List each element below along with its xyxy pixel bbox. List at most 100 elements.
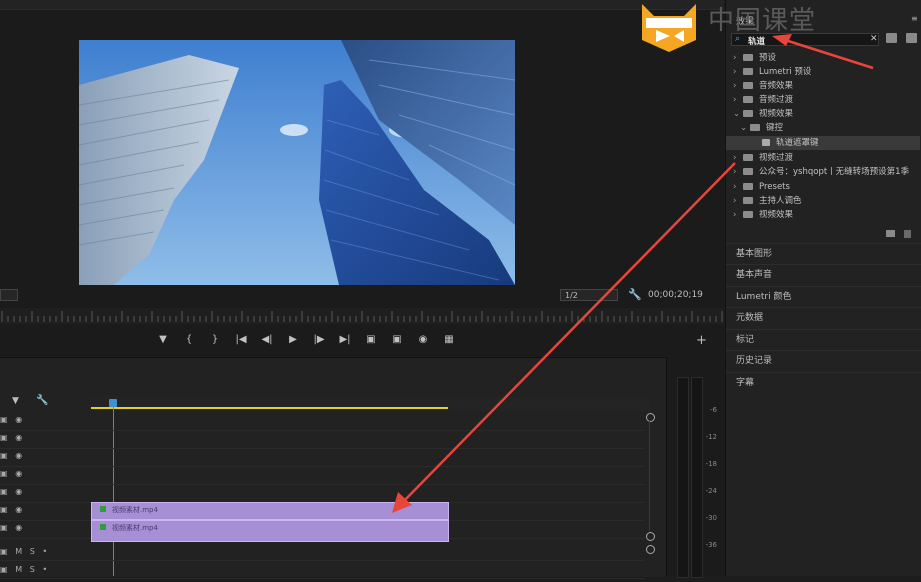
- tree-item[interactable]: › 公众号：yshqopt丨无缝转场预设第1季: [733, 165, 909, 179]
- panel-markers[interactable]: 标记: [726, 329, 921, 350]
- tree-item[interactable]: ⌄ 视频效果: [733, 107, 793, 121]
- mic-icon[interactable]: •: [42, 547, 47, 556]
- fx-badge: [100, 524, 106, 530]
- mute-button[interactable]: M: [15, 547, 22, 556]
- mute-button[interactable]: M: [15, 565, 22, 574]
- folder-icon: [743, 68, 753, 75]
- folder-icon: [743, 197, 753, 204]
- sync-lock-icon[interactable]: ▣: [0, 523, 8, 532]
- mark-out-icon[interactable]: }: [202, 331, 228, 347]
- play-icon[interactable]: ▶: [280, 331, 306, 347]
- tree-item[interactable]: › 音频效果: [733, 79, 793, 93]
- scroll-handle[interactable]: [646, 532, 655, 541]
- tree-item[interactable]: › 预设: [733, 51, 776, 65]
- tree-item[interactable]: › 音频过渡: [733, 93, 793, 107]
- tree-item[interactable]: › 主持人调色: [733, 194, 802, 208]
- logo-icon: [642, 4, 696, 52]
- add-marker-icon[interactable]: ▼: [150, 331, 176, 347]
- sync-lock-icon[interactable]: ▣: [0, 469, 8, 478]
- eye-icon[interactable]: ◉: [15, 415, 22, 424]
- panel-essential-sound[interactable]: 基本声音: [726, 264, 921, 285]
- trash-icon[interactable]: [904, 230, 911, 238]
- effect-icon: [762, 139, 770, 146]
- sync-lock-icon[interactable]: ▣: [0, 487, 8, 496]
- video-clip[interactable]: 视频素材.mp4: [91, 502, 449, 520]
- panel-history[interactable]: 历史记录: [726, 350, 921, 371]
- watermark-text: 中国课堂: [708, 6, 817, 36]
- fx-badge: [100, 506, 106, 512]
- compare-icon[interactable]: ▦: [436, 331, 462, 347]
- go-to-out-icon[interactable]: ▶|: [332, 331, 358, 347]
- solo-button[interactable]: S: [30, 565, 35, 574]
- resolution-value: 1/2: [565, 291, 578, 300]
- track-area: [0, 413, 650, 579]
- panel-metadata[interactable]: 元数据: [726, 307, 921, 328]
- playhead-handle[interactable]: [109, 399, 117, 407]
- scroll-handle[interactable]: [646, 545, 655, 554]
- chevron-right-icon: ›: [733, 182, 737, 192]
- step-back-icon[interactable]: ◀|: [254, 331, 280, 347]
- marker-icon[interactable]: ▼: [12, 396, 19, 406]
- eye-icon[interactable]: ◉: [15, 523, 22, 532]
- go-to-in-icon[interactable]: |◀: [228, 331, 254, 347]
- tree-item[interactable]: › Lumetri 预设: [733, 65, 811, 79]
- monitor-time-ruler[interactable]: [0, 308, 724, 324]
- meter-label: -36: [705, 541, 717, 549]
- tree-item[interactable]: › 视频过渡: [733, 151, 793, 165]
- sync-lock-icon[interactable]: ▣: [0, 547, 8, 556]
- sync-lock-icon[interactable]: ▣: [0, 505, 8, 514]
- add-button-icon[interactable]: +: [696, 333, 707, 348]
- sync-lock-icon[interactable]: ▣: [0, 433, 8, 442]
- vertical-scrollbar[interactable]: [649, 421, 650, 531]
- folder-icon: [743, 211, 753, 218]
- resolution-dropdown[interactable]: 1/2: [560, 289, 618, 301]
- eye-icon[interactable]: ◉: [15, 451, 22, 460]
- accelerated-effects-icon[interactable]: [886, 33, 897, 43]
- tree-item[interactable]: › 视频效果: [733, 208, 793, 222]
- video-clip[interactable]: 视频素材.mp4: [91, 520, 449, 542]
- sync-lock-icon[interactable]: ▣: [0, 415, 8, 424]
- tree-item[interactable]: ⌄ 键控: [740, 121, 783, 135]
- panel-essential-graphics[interactable]: 基本图形: [726, 243, 921, 264]
- camera-icon[interactable]: ◉: [410, 331, 436, 347]
- eye-icon[interactable]: ◉: [15, 433, 22, 442]
- extract-icon[interactable]: ▣: [384, 331, 410, 347]
- mic-icon[interactable]: •: [42, 565, 47, 574]
- panel-lumetri-color[interactable]: Lumetri 颜色: [726, 286, 921, 307]
- sync-lock-icon[interactable]: ▣: [0, 451, 8, 460]
- folder-icon: [743, 183, 753, 190]
- tree-item-selected[interactable]: 轨道遮罩键: [726, 136, 920, 150]
- zoom-dropdown[interactable]: [0, 289, 18, 301]
- solo-button[interactable]: S: [30, 547, 35, 556]
- mark-in-icon[interactable]: {: [176, 331, 202, 347]
- new-bin-icon[interactable]: [886, 230, 895, 237]
- timeline-ruler[interactable]: [90, 397, 650, 411]
- eye-icon[interactable]: ◉: [15, 505, 22, 514]
- scroll-handle[interactable]: [646, 413, 655, 422]
- lift-icon[interactable]: ▣: [358, 331, 384, 347]
- monitor-header: [0, 0, 724, 10]
- wrench-icon[interactable]: 🔧: [36, 395, 48, 406]
- eye-icon[interactable]: ◉: [15, 487, 22, 496]
- chevron-right-icon: ›: [733, 210, 737, 220]
- video-preview: [79, 40, 515, 285]
- eye-icon[interactable]: ◉: [15, 469, 22, 478]
- meter-bar: [677, 377, 689, 578]
- clear-search-icon[interactable]: ✕: [870, 34, 878, 44]
- meter-bar: [691, 377, 703, 578]
- tree-item[interactable]: › Presets: [733, 180, 790, 194]
- folder-icon: [743, 168, 753, 175]
- track-row: [0, 543, 645, 561]
- wrench-icon[interactable]: 🔧: [628, 288, 642, 301]
- clip-name: 视频素材.mp4: [112, 524, 158, 532]
- meter-label: -30: [705, 514, 717, 522]
- transport-controls: ▼ { } |◀ ◀| ▶ |▶ ▶| ▣ ▣ ◉ ▦: [150, 331, 470, 347]
- yuv-effects-icon[interactable]: [906, 33, 917, 43]
- step-forward-icon[interactable]: |▶: [306, 331, 332, 347]
- panel-menu-icon[interactable]: ≡: [911, 14, 918, 23]
- folder-icon: [743, 110, 753, 117]
- folder-icon: [743, 154, 753, 161]
- sync-lock-icon[interactable]: ▣: [0, 565, 8, 574]
- panel-captions[interactable]: 字幕: [726, 372, 921, 393]
- track-row: [0, 485, 645, 503]
